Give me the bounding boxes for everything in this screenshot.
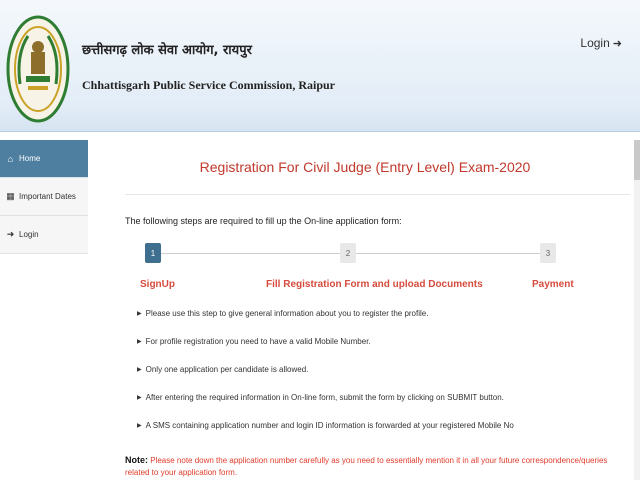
sidebar-item-important-dates[interactable]: ▦ Important Dates [0,178,88,216]
step-2-label: Fill Registration Form and upload Docume… [266,279,483,290]
page-scrollbar[interactable] [634,140,640,480]
note-text: Please note down the application number … [125,456,608,477]
bullet-arrow-icon: ▶ [137,423,142,429]
registration-note: Note: Please note down the application n… [125,454,625,479]
sidebar-item-home[interactable]: ⌂ Home [0,140,88,178]
bullet-arrow-icon: ▶ [137,339,142,345]
sidebar-item-label: Important Dates [19,192,76,201]
list-item-text: A SMS containing application number and … [145,421,514,430]
home-icon: ⌂ [7,153,14,164]
header-login-link[interactable]: Login ➜ [580,36,622,50]
intro-text: The following steps are required to fill… [125,216,402,226]
step-3-label: Payment [532,279,574,290]
sidebar-item-label: Home [19,154,41,163]
sidebar-item-login[interactable]: ➜ Login [0,216,88,254]
calendar-icon: ▦ [6,191,15,201]
org-name-english: Chhattisgarh Public Service Commission, … [82,78,336,92]
sidebar-item-label: Login [19,230,39,239]
step-1-box: 1 [145,243,161,263]
list-item-text: After entering the required information … [145,393,504,402]
bullet-arrow-icon: ▶ [137,311,142,317]
list-item: ▶ After entering the required informatio… [137,392,632,420]
main-content: Registration For Civil Judge (Entry Leve… [100,132,640,480]
list-item-text: Only one application per candidate is al… [145,365,309,374]
header-login-label: Login [580,36,610,50]
title-divider [125,194,630,195]
site-header: छत्तीसगढ़ लोक सेवा आयोग, रायपुर Chhattis… [0,0,640,132]
org-name-hindi: छत्तीसगढ़ लोक सेवा आयोग, रायपुर [82,43,252,58]
bullet-arrow-icon: ▶ [137,395,142,401]
step-2-box: 2 [340,243,356,263]
list-item: ▶ For profile registration you need to h… [137,336,632,364]
list-item: ▶ Only one application per candidate is … [137,364,632,392]
step-1-label: SignUp [140,279,175,290]
sidebar-nav: ⌂ Home ▦ Important Dates ➜ Login [0,140,88,254]
list-item: ▶ Please use this step to give general i… [137,308,632,336]
bullet-arrow-icon: ▶ [137,367,142,373]
list-item: ▶ A SMS containing application number an… [137,420,632,448]
list-item-text: Please use this step to give general inf… [145,309,429,318]
page-title: Registration For Civil Judge (Entry Leve… [199,159,531,175]
login-arrow-icon: ➜ [612,37,622,50]
instruction-list: ▶ Please use this step to give general i… [137,308,632,448]
scrollbar-thumb[interactable] [634,140,640,180]
step-3-box: 3 [540,243,556,263]
list-item-text: For profile registration you need to hav… [145,337,371,346]
login-icon: ➜ [6,229,15,239]
note-label: Note: [125,455,148,465]
cgpsc-emblem-icon [6,15,70,123]
